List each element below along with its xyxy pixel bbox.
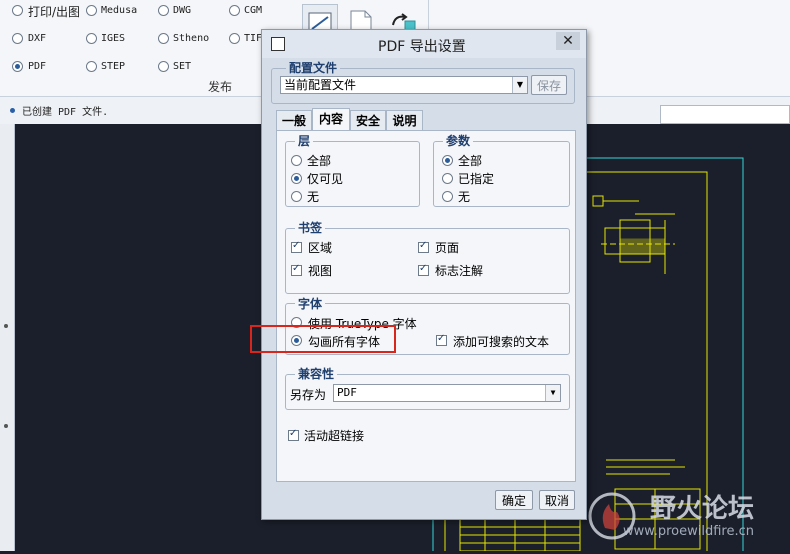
- bookmarks-group: [285, 228, 570, 294]
- layers-group-title: 层: [295, 132, 314, 149]
- layers-all-radio[interactable]: [291, 155, 302, 166]
- annotation-highlight-box: [250, 325, 396, 353]
- export-option-label[interactable]: Stheno: [173, 33, 209, 44]
- active-hyperlinks-label[interactable]: 活动超链接: [304, 427, 364, 444]
- params-specified-radio[interactable]: [442, 173, 453, 184]
- compat-group-title: 兼容性: [295, 365, 338, 382]
- params-all-label[interactable]: 全部: [458, 152, 482, 169]
- bookmark-views-label[interactable]: 视图: [308, 262, 332, 279]
- export-option-label[interactable]: TIF: [244, 33, 262, 44]
- close-icon: ✕: [562, 33, 574, 49]
- chevron-down-icon[interactable]: ▼: [545, 385, 560, 401]
- tab-content[interactable]: 内容: [312, 108, 350, 131]
- config-file-combo[interactable]: 当前配置文件 ▼: [280, 76, 528, 94]
- export-option-label[interactable]: PDF: [28, 61, 46, 72]
- layers-visible-radio[interactable]: [291, 173, 302, 184]
- status-bullet-icon: [10, 108, 15, 113]
- save-as-value: PDF: [337, 386, 357, 399]
- export-option-radio[interactable]: [12, 61, 23, 72]
- ribbon-group-label: 发布: [208, 80, 233, 94]
- cancel-button[interactable]: 取消: [539, 490, 575, 510]
- fonts-group-title: 字体: [295, 295, 326, 312]
- export-option-radio[interactable]: [86, 5, 97, 16]
- layers-all-label[interactable]: 全部: [307, 152, 331, 169]
- export-option-label[interactable]: DXF: [28, 33, 46, 44]
- dialog-titlebar[interactable]: PDF 导出设置 ✕: [262, 30, 586, 58]
- save-config-button[interactable]: 保存: [531, 75, 567, 95]
- searchable-text-checkbox[interactable]: [436, 333, 447, 346]
- params-group-title: 参数: [443, 132, 474, 149]
- save-as-label: 另存为: [290, 388, 327, 402]
- export-option-radio[interactable]: [12, 5, 23, 16]
- export-option-label[interactable]: Medusa: [101, 5, 137, 16]
- bookmark-flag-notes-label[interactable]: 标志注解: [435, 262, 483, 279]
- layers-none-radio[interactable]: [291, 191, 302, 202]
- params-none-label[interactable]: 无: [458, 188, 470, 205]
- bookmark-views-checkbox[interactable]: [291, 263, 302, 276]
- active-hyperlinks-checkbox[interactable]: [288, 428, 299, 441]
- save-as-combo[interactable]: PDF ▼: [333, 384, 561, 402]
- export-option-label[interactable]: 打印/出图: [28, 3, 80, 20]
- panel-grip-icon[interactable]: [4, 424, 8, 428]
- export-option-radio[interactable]: [12, 33, 23, 44]
- params-group: [433, 141, 570, 207]
- content-tab-panel: 层 全部 仅可见 无 参数 全部 已指定 无 书签 区域 页面 视图 标志注解 …: [276, 130, 576, 482]
- config-file-value: 当前配置文件: [284, 78, 357, 92]
- close-button[interactable]: ✕: [556, 32, 580, 50]
- export-option-label[interactable]: DWG: [173, 5, 191, 16]
- tab-security[interactable]: 安全: [350, 110, 386, 130]
- export-option-radio[interactable]: [229, 33, 240, 44]
- watermark-name: 野火论坛: [650, 494, 755, 524]
- status-message: 已创建 PDF 文件.: [22, 107, 109, 118]
- export-option-radio[interactable]: [86, 61, 97, 72]
- left-collapsed-panel[interactable]: [0, 124, 15, 551]
- export-option-label[interactable]: STEP: [101, 61, 125, 72]
- export-option-radio[interactable]: [158, 33, 169, 44]
- command-search-field[interactable]: [660, 105, 790, 124]
- export-option-label[interactable]: CGM: [244, 5, 262, 16]
- layers-group: [285, 141, 420, 207]
- layers-none-label[interactable]: 无: [307, 188, 319, 205]
- export-option-label[interactable]: SET: [173, 61, 191, 72]
- app-icon: [271, 37, 285, 51]
- chevron-down-icon[interactable]: ▼: [512, 77, 527, 93]
- export-option-radio[interactable]: [158, 5, 169, 16]
- bookmark-pages-label[interactable]: 页面: [435, 239, 459, 256]
- bookmarks-group-title: 书签: [295, 219, 326, 236]
- tab-general[interactable]: 一般: [276, 110, 312, 130]
- params-none-radio[interactable]: [442, 191, 453, 202]
- export-option-label[interactable]: IGES: [101, 33, 125, 44]
- bookmark-flag-notes-checkbox[interactable]: [418, 263, 429, 276]
- params-specified-label[interactable]: 已指定: [458, 170, 494, 187]
- pdf-export-dialog: PDF 导出设置 ✕ 配置文件 当前配置文件 ▼ 保存 一般 内容 安全 说明 …: [261, 29, 587, 520]
- bookmark-zones-checkbox[interactable]: [291, 240, 302, 253]
- export-option-radio[interactable]: [86, 33, 97, 44]
- tab-description[interactable]: 说明: [386, 110, 423, 130]
- export-option-radio[interactable]: [229, 5, 240, 16]
- searchable-text-label[interactable]: 添加可搜索的文本: [453, 333, 549, 350]
- config-group-title: 配置文件: [286, 59, 341, 76]
- watermark-url: www.proewildfire.cn: [623, 524, 754, 539]
- panel-grip-icon[interactable]: [4, 324, 8, 328]
- ok-button[interactable]: 确定: [495, 490, 533, 510]
- params-all-radio[interactable]: [442, 155, 453, 166]
- bookmark-pages-checkbox[interactable]: [418, 240, 429, 253]
- bookmark-zones-label[interactable]: 区域: [308, 239, 332, 256]
- dialog-title: PDF 导出设置: [378, 39, 466, 55]
- export-option-radio[interactable]: [158, 61, 169, 72]
- layers-visible-label[interactable]: 仅可见: [307, 170, 343, 187]
